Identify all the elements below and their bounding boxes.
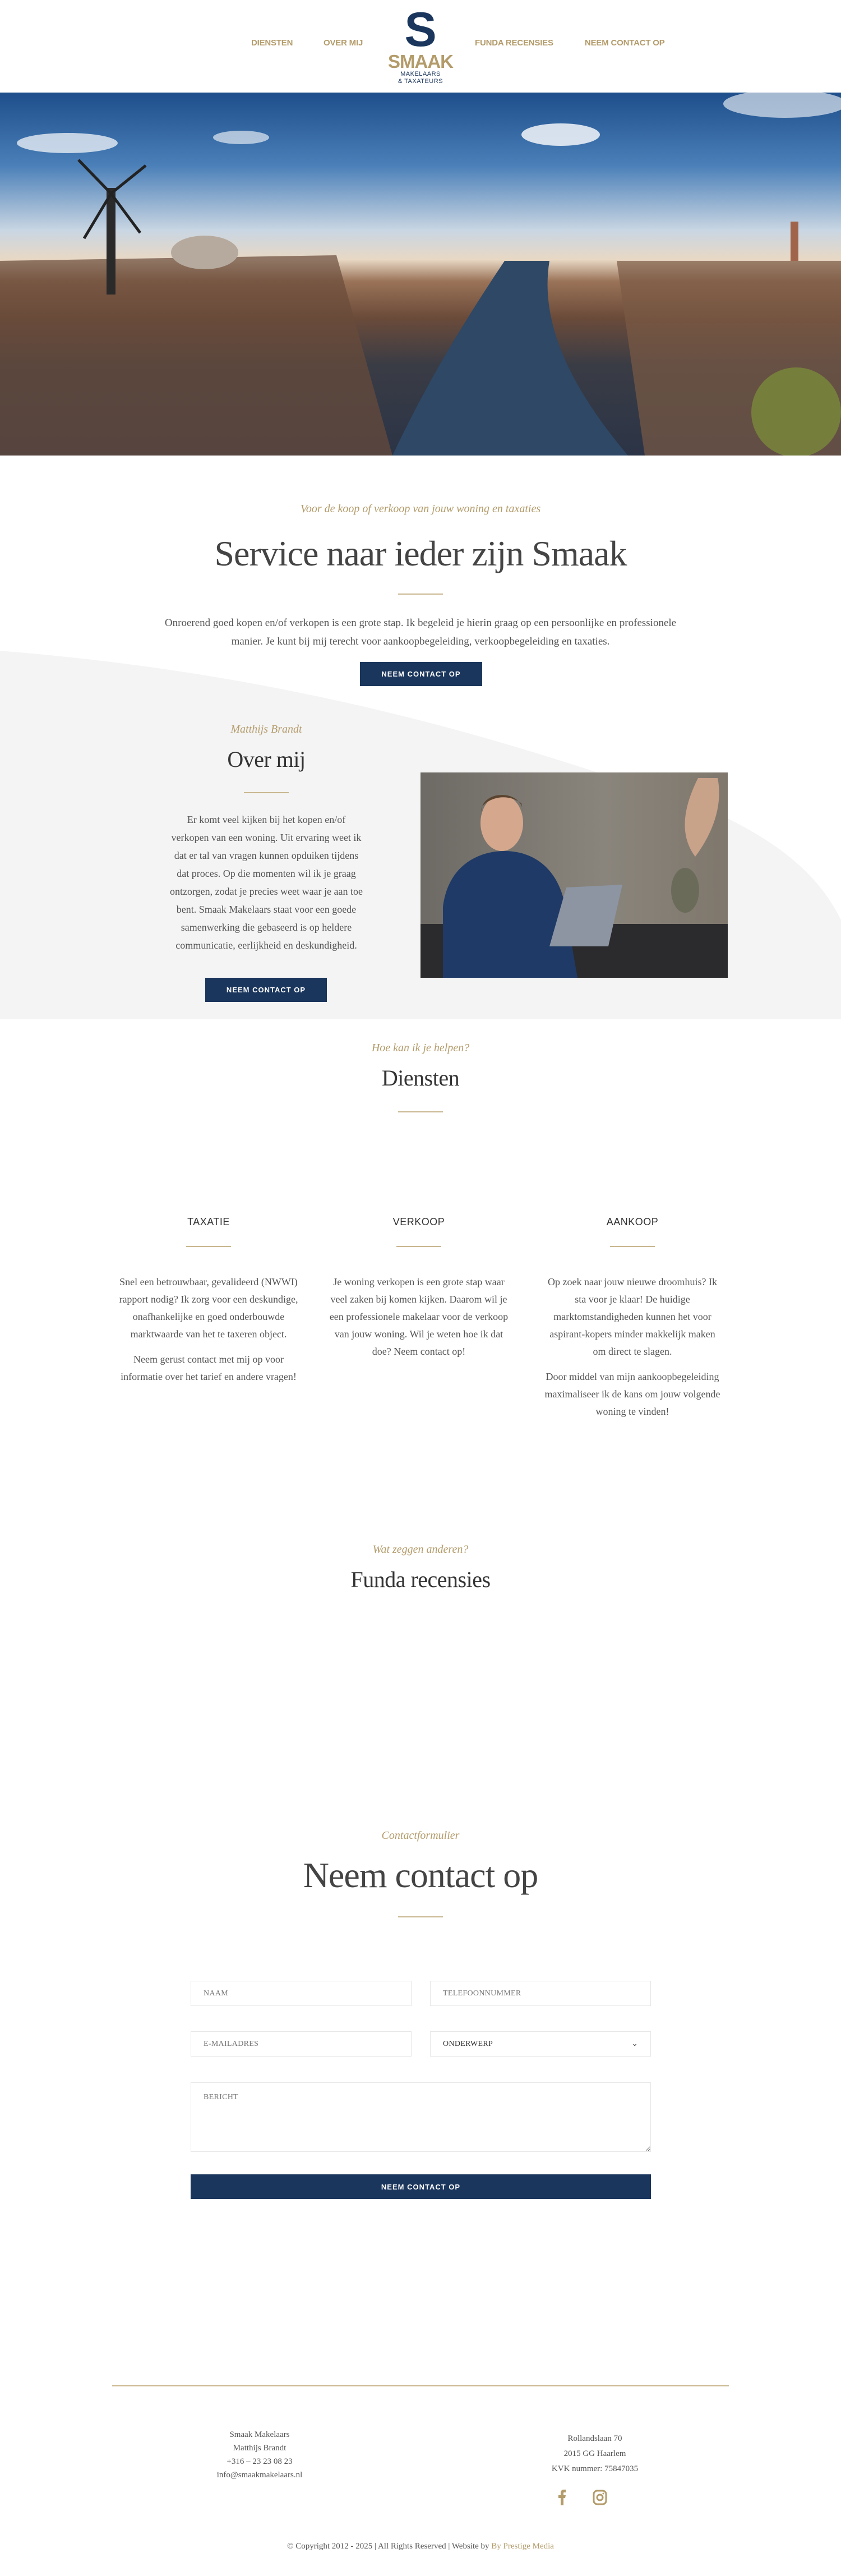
logo[interactable]: S SMAAK MAKELAARS & TAXATEURS (386, 3, 455, 85)
intro-text: Onroerend goed kopen en/of verkopen is e… (0, 614, 841, 651)
about-contact-button[interactable]: NEEM CONTACT OP (205, 978, 327, 1002)
intro-text-line: Onroerend goed kopen en/of verkopen is e… (164, 617, 677, 629)
footer-city: 2015 GG Haarlem (563, 2449, 626, 2458)
instagram-icon[interactable] (593, 2490, 607, 2505)
services-kicker: Hoe kan ik je helpen? (371, 1042, 470, 1054)
contact-kicker: Contactformulier (381, 1829, 460, 1842)
divider (396, 1246, 441, 1247)
service-paragraph: Je woning verkopen is een grote stap waa… (329, 1276, 509, 1357)
nav-diensten[interactable]: DIENSTEN (251, 38, 293, 48)
footer-name: Matthijs Brandt (233, 2444, 287, 2453)
service-paragraph: Op zoek naar jouw nieuwe droomhuis? Ik s… (548, 1276, 717, 1357)
service-paragraph: Door middel van mijn aankoopbegeleiding … (544, 1371, 720, 1417)
hero-image (0, 93, 841, 456)
footer-email[interactable]: info@smaakmakelaars.nl (175, 2468, 344, 2482)
service-text-taxatie: Snel een betrouwbaar, gevalideerd (NWWI)… (119, 1273, 298, 1393)
divider (398, 1111, 443, 1112)
service-text-verkoop: Je woning verkopen is een grote stap waa… (329, 1273, 509, 1368)
service-paragraph: Snel een betrouwbaar, gevalideerd (NWWI)… (119, 1276, 298, 1340)
footer-company: Smaak Makelaars (229, 2430, 290, 2439)
logo-tagline: & TAXATEURS (398, 78, 443, 85)
divider (398, 594, 443, 595)
chevron-down-icon: ⌄ (631, 2040, 638, 2048)
intro-contact-button[interactable]: NEEM CONTACT OP (360, 662, 482, 686)
credit-link[interactable]: By Prestige Media (491, 2542, 554, 2551)
services-title: Diensten (381, 1065, 460, 1091)
service-title-aankoop: AANKOOP (606, 1216, 659, 1227)
phone-input[interactable] (430, 1981, 651, 2006)
reviews-title: Funda recensies (350, 1567, 491, 1592)
facebook-icon[interactable] (556, 2490, 569, 2505)
service-title-verkoop: VERKOOP (392, 1216, 445, 1227)
service-paragraph: Neem gerust contact met mij op voor info… (121, 1354, 297, 1382)
copyright: © Copyright 2012 - 2025 | All Rights Res… (0, 2540, 841, 2553)
reviews-kicker: Wat zeggen anderen? (372, 1543, 469, 1556)
footer-kvk: KVK nummer: 75847035 (551, 2464, 639, 2473)
nav-neem-contact-op[interactable]: NEEM CONTACT OP (585, 38, 665, 48)
about-title: Over mij (227, 747, 306, 772)
divider (186, 1246, 231, 1247)
copyright-text: © Copyright 2012 - 2025 | All Rights Res… (287, 2542, 492, 2551)
subject-selected-value: ONDERWERP (443, 2039, 493, 2048)
about-text: Er komt veel kijken bij het kopen en/of … (170, 814, 363, 951)
divider (398, 1916, 443, 1917)
divider (610, 1246, 655, 1247)
page-title: Service naar ieder zijn Smaak (214, 533, 627, 573)
footer-divider (112, 2385, 729, 2386)
logo-brand: SMAAK (388, 51, 454, 72)
footer-left: Smaak Makelaars Matthijs Brandt +316 – 2… (175, 2428, 344, 2482)
intro-text-line: manier. Je kunt bij mij terecht voor aan… (231, 636, 610, 647)
submit-button[interactable]: NEEM CONTACT OP (191, 2174, 651, 2199)
service-text-aankoop: Op zoek naar jouw nieuwe droomhuis? Ik s… (543, 1273, 722, 1428)
footer-street: Rollandslaan 70 (567, 2434, 622, 2443)
subject-select[interactable]: ONDERWERP ⌄ (430, 2031, 651, 2057)
logo-mark: S (404, 3, 437, 57)
nav-over-mij[interactable]: OVER MIJ (324, 38, 363, 48)
footer-right: Rollandslaan 70 2015 GG Haarlem KVK numm… (511, 2431, 679, 2477)
footer-phone[interactable]: +316 – 23 23 08 23 (175, 2455, 344, 2468)
intro-kicker: Voor de koop of verkoop van jouw woning … (300, 503, 541, 515)
portrait-photo (420, 772, 728, 978)
nav-funda-recensies[interactable]: FUNDA RECENSIES (475, 38, 553, 48)
service-title-taxatie: TAXATIE (187, 1216, 230, 1227)
email-input[interactable] (191, 2031, 412, 2057)
name-input[interactable] (191, 1981, 412, 2006)
message-textarea[interactable] (191, 2082, 651, 2152)
divider (244, 792, 289, 793)
about-kicker: Matthijs Brandt (230, 723, 302, 735)
contact-title: Neem contact op (303, 1855, 539, 1895)
